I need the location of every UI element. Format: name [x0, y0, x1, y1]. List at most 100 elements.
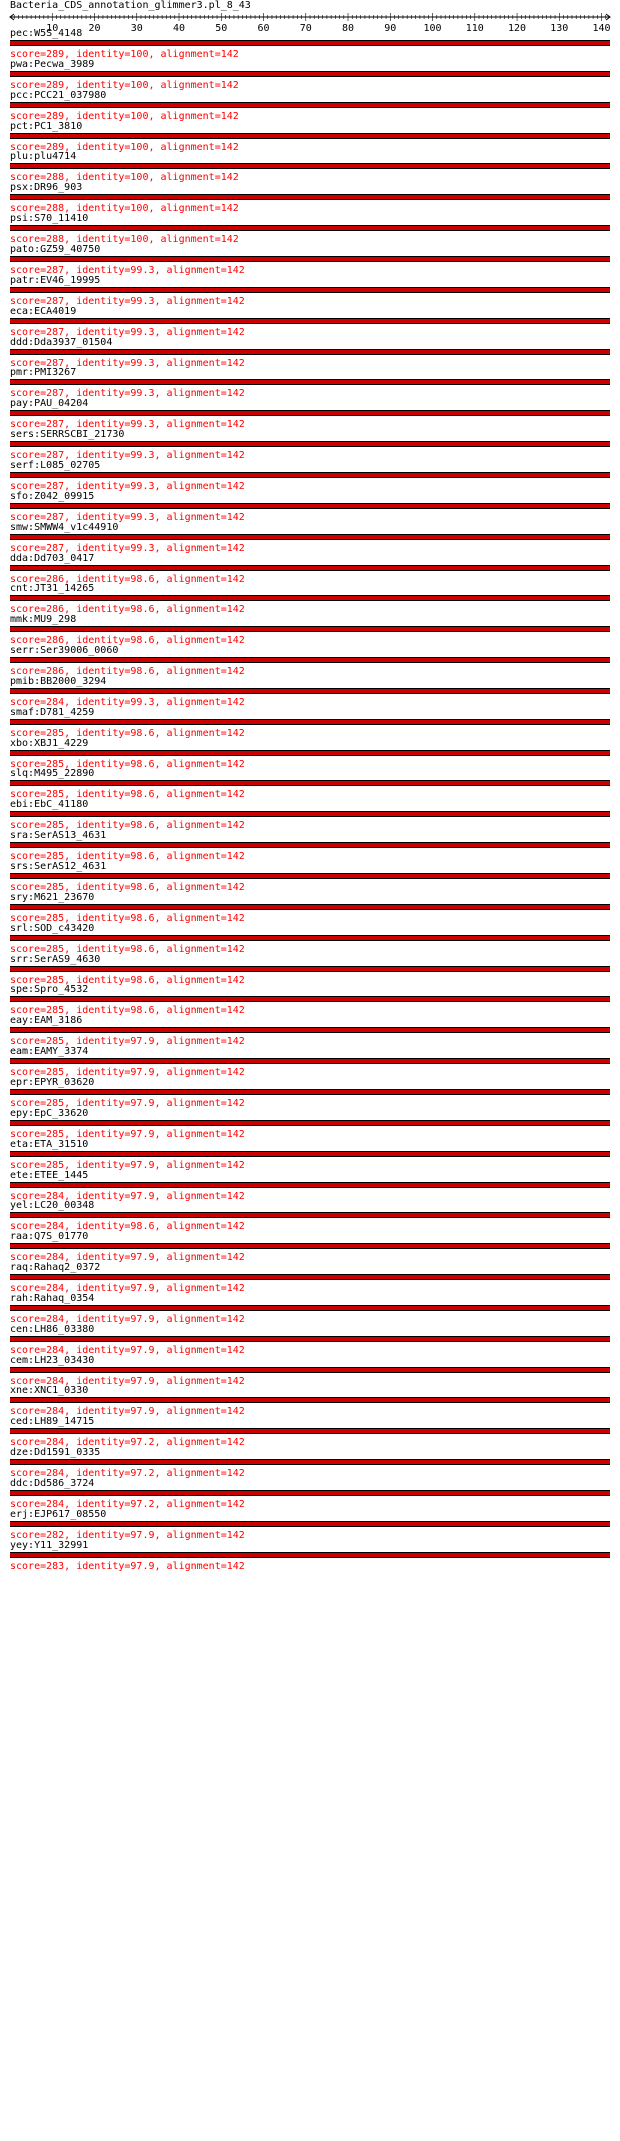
alignment-bar[interactable]: [10, 1119, 610, 1126]
hit-name[interactable]: xbo:XBJ1_4229: [10, 738, 88, 749]
hit-name[interactable]: slq:M495_22890: [10, 768, 94, 779]
alignment-bar[interactable]: [10, 410, 610, 417]
alignment-bar[interactable]: [10, 286, 610, 293]
alignment-bar[interactable]: [10, 1274, 610, 1280]
alignment-bar[interactable]: [10, 564, 610, 571]
alignment-bar[interactable]: [10, 1304, 610, 1311]
hit-name[interactable]: eta:ETA_31510: [10, 1139, 88, 1150]
alignment-bar[interactable]: [10, 101, 610, 108]
alignment-bar[interactable]: [10, 780, 610, 787]
hit-name[interactable]: pwa:Pecwa_3989: [10, 59, 94, 70]
hit-name[interactable]: ebi:EbC_41180: [10, 799, 88, 810]
alignment-bar[interactable]: [10, 256, 610, 262]
alignment-bar[interactable]: [10, 225, 610, 232]
alignment-bar[interactable]: [10, 70, 610, 77]
hit-name[interactable]: plu:plu4714: [10, 151, 76, 162]
alignment-bar[interactable]: [10, 1335, 610, 1342]
alignment-bar[interactable]: [10, 441, 610, 448]
hit-name[interactable]: dda:Dd703_0417: [10, 553, 94, 564]
hit-name[interactable]: sfo:Z042_09915: [10, 491, 94, 502]
hit-name[interactable]: sry:M621_23670: [10, 892, 94, 903]
alignment-bar[interactable]: [10, 1027, 610, 1034]
hit-name[interactable]: pato:GZ59_40750: [10, 244, 100, 255]
hit-name[interactable]: pec:W5S_4148: [10, 28, 82, 39]
hit-name[interactable]: pay:PAU_04204: [10, 398, 88, 409]
alignment-bar[interactable]: [10, 379, 610, 386]
alignment-bar[interactable]: [10, 348, 610, 355]
alignment-bar[interactable]: [10, 1058, 610, 1065]
alignment-bar[interactable]: [10, 1150, 610, 1157]
alignment-bar[interactable]: [10, 132, 610, 139]
alignment-bar[interactable]: [10, 1520, 610, 1527]
alignment-bar[interactable]: [10, 1366, 610, 1373]
alignment-bar[interactable]: [10, 1490, 610, 1496]
alignment-bar[interactable]: [10, 718, 610, 725]
hit-name[interactable]: sra:SerAS13_4631: [10, 830, 106, 841]
hit-name[interactable]: erj:EJP617_08550: [10, 1509, 106, 1520]
hit-name[interactable]: psi:S70_11410: [10, 213, 88, 224]
alignment-bar[interactable]: [10, 1397, 610, 1404]
hit-name[interactable]: raa:Q7S_01770: [10, 1231, 88, 1242]
hit-name[interactable]: eay:EAM_3186: [10, 1015, 82, 1026]
alignment-bar[interactable]: [10, 996, 610, 1003]
alignment-bar[interactable]: [10, 163, 610, 170]
alignment-bar[interactable]: [10, 1212, 610, 1219]
alignment-bar[interactable]: [10, 1181, 610, 1188]
alignment-bar[interactable]: [10, 749, 610, 756]
hit-name[interactable]: srs:SerAS12_4631: [10, 861, 106, 872]
hit-name[interactable]: yel:LC20_00348: [10, 1200, 94, 1211]
hit-name[interactable]: cen:LH86_03380: [10, 1324, 94, 1335]
alignment-bar[interactable]: [10, 533, 610, 540]
alignment-bar[interactable]: [10, 1088, 610, 1095]
hit-name[interactable]: ddc:Dd586_3724: [10, 1478, 94, 1489]
hit-name[interactable]: spe:Spro_4532: [10, 984, 88, 995]
hit-name[interactable]: raq:Rahaq2_0372: [10, 1262, 100, 1273]
hit-name[interactable]: eam:EAMY_3374: [10, 1046, 88, 1057]
hit-name[interactable]: patr:EV46_19995: [10, 275, 100, 286]
hit-name[interactable]: ete:ETEE_1445: [10, 1170, 88, 1181]
alignment-bar[interactable]: [10, 1243, 610, 1250]
hit-name[interactable]: cem:LH23_03430: [10, 1355, 94, 1366]
hit-name[interactable]: epy:EpC_33620: [10, 1108, 88, 1119]
alignment-bar[interactable]: [10, 595, 610, 602]
hit-name[interactable]: serr:Ser39006_0060: [10, 645, 118, 656]
alignment-bar[interactable]: [10, 502, 610, 509]
hit-name[interactable]: mmk:MU9_298: [10, 614, 76, 625]
hit-name[interactable]: srl:SOD_c43420: [10, 923, 94, 934]
hit-row[interactable]: yey:Y11_32991 score=283, identity=97.9, a…: [10, 1540, 610, 1582]
hit-name[interactable]: smw:SMWW4_v1c44910: [10, 522, 118, 533]
hit-name[interactable]: pct:PC1_3810: [10, 121, 82, 132]
alignment-bar[interactable]: [10, 903, 610, 910]
alignment-bar[interactable]: [10, 657, 610, 663]
alignment-bar[interactable]: [10, 626, 610, 633]
hit-name[interactable]: eca:ECA4019: [10, 306, 76, 317]
alignment-bar[interactable]: [10, 873, 610, 879]
hit-name[interactable]: cnt:JT31_14265: [10, 583, 94, 594]
hit-name[interactable]: yey:Y11_32991: [10, 1540, 88, 1551]
hit-name[interactable]: psx:DR96_903: [10, 182, 82, 193]
hit-name[interactable]: pcc:PCC21_037980: [10, 90, 106, 101]
alignment-bar[interactable]: [10, 1459, 610, 1466]
alignment-bar[interactable]: [10, 965, 610, 972]
alignment-bar[interactable]: [10, 40, 610, 46]
hit-name[interactable]: rah:Rahaq_0354: [10, 1293, 94, 1304]
hit-name[interactable]: epr:EPYR_03620: [10, 1077, 94, 1088]
hit-name[interactable]: smaf:D781_4259: [10, 707, 94, 718]
alignment-bar[interactable]: [10, 687, 610, 694]
alignment-bar[interactable]: [10, 934, 610, 941]
alignment-bar[interactable]: [10, 471, 610, 478]
hit-name[interactable]: xne:XNC1_0330: [10, 1385, 88, 1396]
alignment-bar[interactable]: [10, 317, 610, 324]
alignment-bar[interactable]: [10, 1551, 610, 1558]
hit-name[interactable]: ddd:Dda3937_01504: [10, 337, 112, 348]
alignment-bar[interactable]: [10, 1428, 610, 1435]
hit-name[interactable]: ced:LH89_14715: [10, 1416, 94, 1427]
hit-name[interactable]: srr:SerAS9_4630: [10, 954, 100, 965]
hit-name[interactable]: serf:L085_02705: [10, 460, 100, 471]
hit-name[interactable]: pmib:BB2000_3294: [10, 676, 106, 687]
hit-name[interactable]: dze:Dd1591_0335: [10, 1447, 100, 1458]
alignment-bar[interactable]: [10, 811, 610, 818]
alignment-bar[interactable]: [10, 194, 610, 201]
hit-name[interactable]: pmr:PMI3267: [10, 367, 76, 378]
hit-name[interactable]: sers:SERRSCBI_21730: [10, 429, 124, 440]
